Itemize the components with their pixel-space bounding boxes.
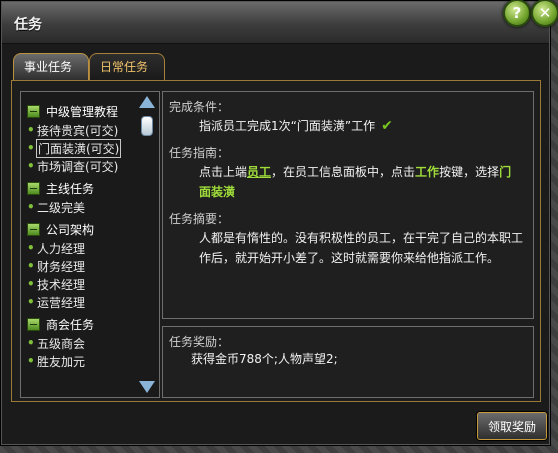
task-item[interactable]: • 胜友加元 bbox=[27, 352, 137, 370]
bullet-icon: • bbox=[27, 123, 35, 137]
task-item[interactable]: • 运营经理 bbox=[27, 293, 137, 311]
group-label: 中级管理教程 bbox=[46, 104, 119, 119]
task-group-chamber[interactable]: 商会任务 bbox=[27, 314, 137, 334]
guide-title: 任务指南： bbox=[169, 146, 230, 160]
condition-title: 完成条件： bbox=[169, 100, 230, 114]
task-item-label: 市场调查(可交) bbox=[37, 159, 119, 174]
tab-career-tasks[interactable]: 事业任务 bbox=[13, 53, 89, 80]
bullet-icon: • bbox=[27, 241, 35, 255]
bullet-icon: • bbox=[27, 295, 35, 309]
list-scrollbar[interactable] bbox=[139, 96, 155, 393]
task-item[interactable]: • 二级完美 bbox=[27, 198, 137, 216]
help-icon: ? bbox=[512, 4, 522, 22]
close-button[interactable]: ✕ bbox=[531, 0, 558, 27]
task-item-label: 胜友加元 bbox=[37, 354, 86, 369]
task-item-label: 五级商会 bbox=[37, 336, 86, 351]
summary-text: 人都是有惰性的。没有积极性的员工，在干完了自己的本职工作后，就开始开小差了。这时… bbox=[199, 231, 524, 265]
task-window: 任务 ? ✕ 事业任务 日常任务 中级管理教程 • 接待贵宾(可交) • 门面装… bbox=[0, 0, 558, 446]
task-item-label: 门面装潢(可交) bbox=[35, 138, 122, 158]
task-item[interactable]: • 接待贵宾(可交) bbox=[27, 121, 137, 139]
claim-reward-button[interactable]: 领取奖励 bbox=[477, 412, 547, 440]
window-title: 任务 bbox=[14, 17, 42, 33]
bullet-icon: • bbox=[27, 159, 35, 173]
bullet-icon: • bbox=[27, 354, 35, 368]
task-item-label: 运营经理 bbox=[37, 295, 86, 310]
task-item-label: 人力经理 bbox=[37, 241, 86, 256]
task-item[interactable]: • 人力经理 bbox=[27, 239, 137, 257]
task-item[interactable]: • 技术经理 bbox=[27, 275, 137, 293]
guide-keyword-staff[interactable]: 员工 bbox=[247, 165, 271, 179]
summary-title: 任务摘要： bbox=[169, 212, 230, 226]
reward-panel: 任务奖励： 获得金币788个;人物声望2; bbox=[162, 326, 534, 398]
task-item-label: 接待贵宾(可交) bbox=[37, 123, 119, 138]
scroll-thumb[interactable] bbox=[141, 116, 153, 136]
collapse-icon bbox=[27, 181, 40, 195]
guide-keyword-work: 工作 bbox=[415, 165, 440, 179]
scroll-up-icon[interactable] bbox=[139, 96, 155, 108]
task-list-panel: 中级管理教程 • 接待贵宾(可交) • 门面装潢(可交) • 市场调查(可交) … bbox=[20, 91, 160, 398]
guide-text-1: 点击上端 bbox=[199, 165, 248, 179]
scroll-down-icon[interactable] bbox=[139, 381, 155, 393]
collapse-icon bbox=[27, 104, 40, 118]
bullet-icon: • bbox=[27, 336, 35, 350]
check-icon: ✔ bbox=[381, 118, 393, 134]
guide-text-2: ，在员工信息面板中，点击 bbox=[271, 165, 416, 179]
guide-text: 点击上端员工，在员工信息面板中，点击工作按键，选择门面装潢 bbox=[199, 162, 519, 202]
task-item[interactable]: • 财务经理 bbox=[27, 257, 137, 275]
collapse-icon bbox=[27, 317, 40, 331]
task-detail-panel: 完成条件： 指派员工完成1次“门面装潢”工作 ✔ 任务指南： 点击上端员工，在员工… bbox=[162, 91, 534, 319]
condition-text-content: 指派员工完成1次“门面装潢”工作 bbox=[199, 119, 376, 133]
close-icon: ✕ bbox=[538, 4, 552, 22]
condition-text: 指派员工完成1次“门面装潢”工作 ✔ bbox=[199, 116, 393, 136]
bullet-icon: • bbox=[27, 259, 35, 273]
bullet-icon: • bbox=[27, 200, 35, 214]
reward-title: 任务奖励： bbox=[169, 335, 230, 349]
task-item-label: 技术经理 bbox=[37, 277, 86, 292]
collapse-icon bbox=[27, 222, 40, 236]
task-item[interactable]: • 五级商会 bbox=[27, 334, 137, 352]
tab-daily-tasks[interactable]: 日常任务 bbox=[89, 53, 165, 80]
task-item-label: 财务经理 bbox=[37, 259, 86, 274]
task-group-main[interactable]: 主线任务 bbox=[27, 178, 137, 198]
content-frame: 中级管理教程 • 接待贵宾(可交) • 门面装潢(可交) • 市场调查(可交) … bbox=[11, 80, 541, 402]
task-item[interactable]: • 市场调查(可交) bbox=[27, 157, 137, 175]
group-label: 主线任务 bbox=[46, 181, 95, 196]
task-group-intermediate[interactable]: 中级管理教程 bbox=[27, 101, 137, 121]
bullet-icon: • bbox=[27, 141, 35, 155]
task-group-structure[interactable]: 公司架构 bbox=[27, 219, 137, 239]
help-button[interactable]: ? bbox=[503, 0, 531, 27]
task-item-label: 二级完美 bbox=[37, 200, 86, 215]
bullet-icon: • bbox=[27, 277, 35, 291]
guide-text-3: 按键，选择 bbox=[439, 165, 500, 179]
title-bar[interactable]: 任务 bbox=[2, 2, 549, 44]
group-label: 公司架构 bbox=[46, 222, 95, 237]
group-label: 商会任务 bbox=[46, 317, 95, 332]
task-list: 中级管理教程 • 接待贵宾(可交) • 门面装潢(可交) • 市场调查(可交) … bbox=[27, 98, 137, 370]
reward-text: 获得金币788个;人物声望2; bbox=[191, 352, 338, 366]
task-item-selected[interactable]: • 门面装潢(可交) bbox=[27, 138, 137, 158]
